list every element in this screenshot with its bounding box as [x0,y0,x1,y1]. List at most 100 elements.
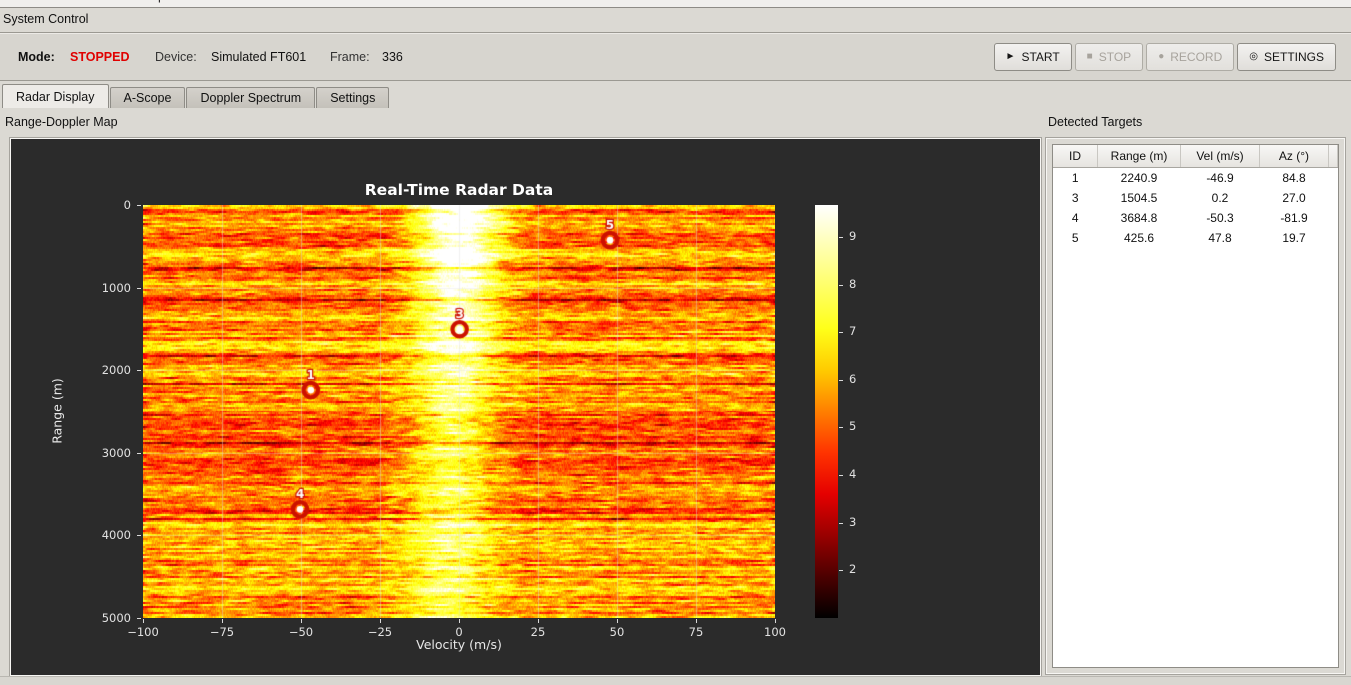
colorbar-tick-mark [839,379,843,381]
x-tick-label: 25 [530,625,546,639]
mode-label: Mode: [18,49,55,64]
tab-a-scope[interactable]: A-Scope [109,87,186,108]
x-axis-label: Velocity (m/s) [416,637,502,652]
system-control-panel: Mode: STOPPED Device: Simulated FT601 Fr… [0,32,1351,81]
column-header-velms[interactable]: Vel (m/s) [1180,145,1260,168]
stop-button-label: STOP [1098,49,1132,64]
colorbar-tick-label: 3 [849,514,857,529]
table-row[interactable]: 5 425.6 47.8 19.7 [1053,228,1338,248]
menu-item-help[interactable]: Help [130,0,174,5]
column-header-az[interactable]: Az (°) [1259,145,1329,168]
x-tick-mark [459,619,460,623]
settings-button-label: SETTINGS [1263,49,1324,64]
x-tick-mark [617,619,618,623]
colorbar-tick-label: 6 [849,371,857,386]
table-row[interactable]: 4 3684.8 -50.3 -81.9 [1053,208,1338,228]
range-doppler-map-label: Range-Doppler Map [5,115,118,129]
table-cell: 2240.9 [1120,171,1158,185]
x-tick-mark [775,619,776,623]
table-cell: -50.3 [1206,211,1234,225]
table-cell: 5 [1071,231,1079,245]
table-cell: -81.9 [1280,211,1308,225]
colorbar [815,205,838,618]
radar-application-window: FileViewToolsHelp System Control Mode: S… [0,0,1351,685]
colorbar-tick-label: 8 [849,276,857,291]
colorbar-tick-label: 5 [849,419,857,434]
colorbar-tick-label: 7 [849,324,857,339]
y-tick-label: 2000 [101,363,131,378]
targets-list-view[interactable]: ID Range (m) Vel (m/s) Az (°) 1 2240.9 -46.9 8… [1052,144,1339,668]
tab-settings[interactable]: Settings [316,87,390,108]
table-cell: 3 [1071,191,1079,205]
table-cell: 1 [1071,171,1079,185]
table-cell: 19.7 [1282,231,1306,245]
start-button[interactable]: ► START [993,42,1072,71]
tab-doppler-spectrum[interactable]: Doppler Spectrum [186,87,316,108]
x-tick-mark [143,619,144,623]
x-tick-label: −100 [127,625,159,639]
x-tick-label: −75 [209,625,235,639]
range-doppler-plot: Real-Time Radar Data Velocity (m/s) Rang… [9,137,1042,677]
start-button-label: START [1021,49,1060,64]
settings-button[interactable]: ◎ SETTINGS [1237,42,1336,71]
colorbar-tick-label: 2 [849,562,857,577]
gear-icon: ◎ [1249,51,1258,62]
frame-label: Frame: [330,49,370,64]
colorbar-tick-mark [839,522,843,524]
targets-table: ID Range (m) Vel (m/s) Az (°) 1 2240.9 -46.9 8… [1053,145,1338,248]
detected-targets-label: Detected Targets [1048,115,1143,129]
y-tick-mark [137,370,141,372]
mode-status-value: STOPPED [70,49,130,64]
table-cell: 27.0 [1282,191,1306,205]
play-icon: ► [1005,51,1016,62]
tab-bar: Radar Display A-Scope Doppler Spectrum Sett… [2,84,390,108]
column-header-filler [1328,145,1338,168]
x-tick-mark [301,619,302,623]
x-tick-label: 0 [455,625,463,639]
table-cell: 3684.8 [1120,211,1158,225]
x-tick-mark [222,619,223,623]
column-header-id[interactable]: ID [1053,145,1098,168]
control-button-bar: ► START ■ STOP ● RECORD ◎ SETTINGS [993,42,1336,71]
table-row[interactable]: 3 1504.5 0.2 27.0 [1053,188,1338,208]
menu-item-file[interactable]: File [0,0,38,5]
stop-icon: ■ [1086,51,1093,62]
record-button[interactable]: ● RECORD [1146,42,1235,71]
table-cell: 4 [1071,211,1079,225]
menu-item-view[interactable]: View [38,0,83,5]
x-tick-label: −50 [288,625,314,639]
frame-value: 336 [382,49,403,64]
colorbar-tick-mark [839,427,843,429]
table-cell: 84.8 [1282,171,1306,185]
status-bar [0,676,1351,685]
menu-bar: FileViewToolsHelp [0,0,1351,8]
x-tick-mark [380,619,381,623]
colorbar-tick-label: 9 [849,228,857,243]
colorbar-tick-mark [839,236,843,238]
y-tick-label: 3000 [101,445,131,460]
column-header-rangem[interactable]: Range (m) [1097,145,1181,168]
x-tick-mark [696,619,697,623]
tab-radar-display[interactable]: Radar Display [2,84,109,108]
y-tick-label: 1000 [101,280,131,295]
y-tick-mark [137,287,141,289]
heatmap-canvas [143,205,775,618]
y-tick-label: 0 [123,198,131,212]
stop-button[interactable]: ■ STOP [1074,42,1144,71]
colorbar-tick-mark [839,475,843,477]
table-row[interactable]: 1 2240.9 -46.9 84.8 [1053,168,1338,189]
x-tick-mark [538,619,539,623]
table-cell: 0.2 [1211,191,1229,205]
x-tick-label: −25 [367,625,393,639]
table-cell: 1504.5 [1120,191,1158,205]
record-dot-icon: ● [1158,51,1165,62]
device-label: Device: [155,49,197,64]
table-cell: 47.8 [1208,231,1232,245]
y-tick-mark [137,205,141,206]
menu-items: FileViewToolsHelp [0,0,174,5]
device-value: Simulated FT601 [211,49,307,64]
menu-item-tools[interactable]: Tools [83,0,130,5]
system-control-group-label: System Control [3,12,89,26]
y-tick-label: 5000 [101,611,131,625]
y-tick-label: 4000 [101,528,131,543]
